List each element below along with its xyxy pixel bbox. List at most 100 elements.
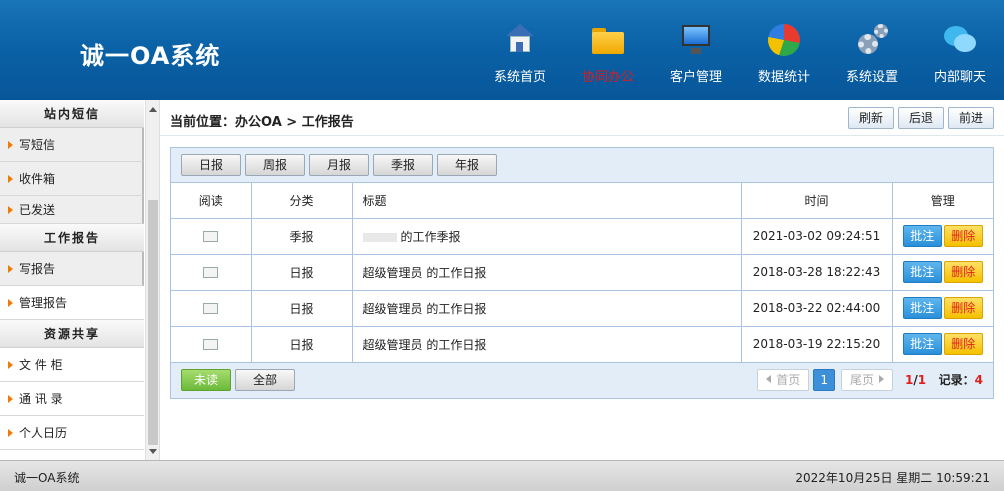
delete-button[interactable]: 删除 (943, 333, 983, 355)
note-button[interactable]: 批注 (902, 333, 942, 355)
sidebar-item-label: 收件箱 (19, 172, 56, 186)
chevron-right-icon (878, 374, 884, 383)
nav-item-stats[interactable]: 数据统计 (740, 22, 828, 85)
column-header-category: 分类 (251, 183, 353, 219)
back-button[interactable]: 后退 (897, 107, 944, 129)
nav-label: 协同办公 (581, 70, 634, 85)
sidebar-scrollbar[interactable] (145, 100, 159, 460)
page-actions: 刷新 后退 前进 (847, 107, 994, 129)
first-page-button[interactable]: 首页 (757, 368, 810, 391)
note-button[interactable]: 批注 (902, 261, 942, 283)
table-row: 日报 超级管理员 的工作日报 2018-03-19 22:15:20 批注 删除 (171, 326, 993, 363)
time-cell: 2018-03-28 18:22:43 (741, 254, 893, 291)
table-row: 日报 超级管理员 的工作日报 2018-03-28 18:22:43 批注 删除 (171, 254, 993, 291)
app-logo-title: 诚一OA系统 (80, 42, 221, 70)
manage-cell: 批注 删除 (892, 290, 993, 327)
sidebar-menu: 站内短信 写短信 收件箱 已发送 工作报告 写报告 管理报告 资源共享 文 件 … (0, 100, 144, 460)
report-title-link[interactable]: 超级管理员 的工作日报 (363, 266, 487, 280)
main-nav: 系统首页 协同办公 客户管理 数据统计 系统设置 内部聊天 (476, 22, 1004, 85)
report-panel: 日报 周报 月报 季报 年报 阅读 分类 标题 时间 管理 季报 的工作季报 2… (170, 147, 994, 399)
arrow-right-icon (8, 395, 13, 403)
nav-item-office[interactable]: 协同办公 (564, 22, 652, 85)
gear-icon (854, 22, 890, 58)
records-count: 4 (974, 373, 983, 387)
column-header-read: 阅读 (171, 183, 252, 219)
sidebar-section-title[interactable]: 站内短信 (0, 100, 144, 128)
sidebar-item-label: 已发送 (19, 203, 56, 217)
sidebar-item-file-cabinet[interactable]: 文 件 柜 (0, 348, 144, 382)
sidebar-item-inbox[interactable]: 收件箱 (0, 162, 144, 196)
sidebar-section-title[interactable]: 资源共享 (0, 320, 144, 348)
title-cell[interactable]: 超级管理员 的工作日报 (352, 290, 742, 327)
time-cell: 2018-03-22 02:44:00 (741, 290, 893, 327)
refresh-button[interactable]: 刷新 (847, 107, 894, 129)
category-cell: 日报 (251, 326, 353, 363)
envelope-icon (203, 231, 219, 242)
delete-button[interactable]: 删除 (943, 297, 983, 319)
title-cell[interactable]: 超级管理员 的工作日报 (352, 254, 742, 291)
sidebar-item-manage-report[interactable]: 管理报告 (0, 286, 144, 320)
tab-daily[interactable]: 日报 (181, 154, 241, 176)
tab-weekly[interactable]: 周报 (245, 154, 305, 176)
column-header-time: 时间 (741, 183, 893, 219)
top-header: 诚一OA系统 系统首页 协同办公 客户管理 数据统计 系统设置 内部聊天 (0, 0, 1004, 100)
nav-item-home[interactable]: 系统首页 (476, 22, 564, 85)
report-title-link[interactable]: 超级管理员 的工作日报 (363, 338, 487, 352)
category-cell: 季报 (251, 218, 353, 255)
manage-cell: 批注 删除 (892, 254, 993, 291)
delete-button[interactable]: 删除 (943, 261, 983, 283)
nav-label: 数据统计 (757, 70, 810, 85)
nav-item-settings[interactable]: 系统设置 (828, 22, 916, 85)
category-cell: 日报 (251, 254, 353, 291)
sidebar-item-label: 写报告 (19, 262, 56, 276)
report-title-link[interactable]: 的工作季报 (401, 230, 461, 244)
tab-quarterly[interactable]: 季报 (373, 154, 433, 176)
sidebar-item-write-message[interactable]: 写短信 (0, 128, 144, 162)
report-type-tabs: 日报 周报 月报 季报 年报 (171, 148, 993, 183)
title-cell[interactable]: 超级管理员 的工作日报 (352, 326, 742, 363)
sidebar-item-sent[interactable]: 已发送 (0, 196, 144, 224)
envelope-icon (203, 267, 219, 278)
arrow-right-icon (8, 206, 13, 214)
last-page-button[interactable]: 尾页 (840, 368, 893, 391)
first-page-label: 首页 (776, 372, 801, 387)
sidebar-item-label: 个人日历 (19, 426, 68, 440)
sidebar-item-address-book[interactable]: 通 讯 录 (0, 382, 144, 416)
status-bar: 诚一OA系统 2022年10月25日 星期二 10:59:21 (0, 460, 1004, 491)
category-cell: 日报 (251, 290, 353, 327)
nav-label: 系统设置 (845, 70, 898, 85)
tab-monthly[interactable]: 月报 (309, 154, 369, 176)
note-button[interactable]: 批注 (902, 225, 942, 247)
arrow-right-icon (8, 265, 13, 273)
last-page-label: 尾页 (849, 372, 874, 387)
page-number-button[interactable]: 1 (813, 368, 835, 391)
filter-all-button[interactable]: 全部 (235, 368, 295, 391)
arrow-right-icon (8, 175, 13, 183)
title-cell[interactable]: 的工作季报 (352, 218, 742, 255)
nav-label: 系统首页 (493, 70, 546, 85)
sidebar-section-title[interactable]: 工作报告 (0, 224, 144, 252)
nav-item-customers[interactable]: 客户管理 (652, 22, 740, 85)
nav-item-chat[interactable]: 内部聊天 (916, 22, 1004, 85)
redacted-text (362, 232, 397, 242)
report-title-link[interactable]: 超级管理员 的工作日报 (363, 302, 487, 316)
sidebar-item-write-report[interactable]: 写报告 (0, 252, 144, 286)
tab-yearly[interactable]: 年报 (437, 154, 497, 176)
home-icon (502, 22, 538, 58)
filter-unread-button[interactable]: 未读 (181, 368, 231, 391)
scrollbar-thumb[interactable] (148, 200, 158, 445)
status-datetime: 2022年10月25日 星期二 10:59:21 (795, 471, 990, 485)
delete-button[interactable]: 删除 (943, 225, 983, 247)
monitor-icon (678, 22, 714, 58)
scroll-down-arrow-icon[interactable] (149, 449, 157, 454)
note-button[interactable]: 批注 (902, 297, 942, 319)
forward-button[interactable]: 前进 (947, 107, 994, 129)
sidebar-item-calendar[interactable]: 个人日历 (0, 416, 144, 450)
read-status-cell (171, 290, 252, 327)
read-status-cell (171, 326, 252, 363)
sidebar-item-label: 写短信 (19, 138, 56, 152)
scroll-up-arrow-icon[interactable] (149, 107, 157, 112)
read-status-cell (171, 254, 252, 291)
current-page: 1 (904, 373, 914, 387)
table-row: 季报 的工作季报 2021-03-02 09:24:51 批注 删除 (171, 218, 993, 255)
